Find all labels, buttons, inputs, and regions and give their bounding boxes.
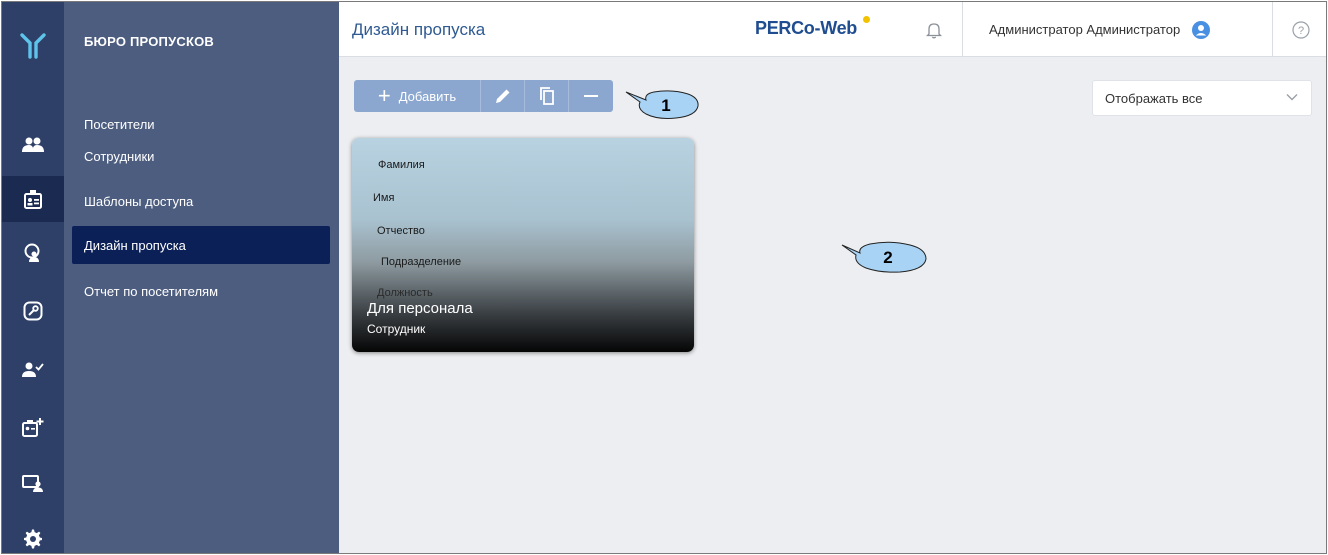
menu-item-visitor-report[interactable]: Отчет по посетителям xyxy=(72,272,330,310)
key-icon[interactable] xyxy=(2,288,64,334)
user-avatar-icon xyxy=(1192,20,1211,39)
callout-2: 2 xyxy=(840,239,930,275)
minus-icon xyxy=(584,95,598,97)
bell-icon[interactable] xyxy=(906,2,961,57)
menu-item-label: Сотрудники xyxy=(84,148,155,164)
card-field: Имя xyxy=(373,192,395,204)
add-button[interactable]: + Добавить xyxy=(354,80,481,112)
badge-add-icon[interactable] xyxy=(2,404,64,450)
card-subtitle: Сотрудник xyxy=(367,322,426,336)
delete-button[interactable] xyxy=(569,80,613,112)
menu-item-label: Отчет по посетителям xyxy=(84,283,219,299)
card-field: Подразделение xyxy=(381,256,462,268)
badge-icon[interactable] xyxy=(2,176,64,222)
menu-item-pass-design[interactable]: Дизайн пропуска xyxy=(72,226,330,264)
location-person-icon[interactable] xyxy=(2,230,64,276)
menu-item-label: Посетители xyxy=(84,116,155,132)
visitors-icon[interactable] xyxy=(2,122,64,168)
page-title: Дизайн пропуска xyxy=(352,20,486,39)
menu-item-label: Дизайн пропуска xyxy=(84,237,186,253)
callout-number: 1 xyxy=(661,96,671,115)
section-menu: БЮРО ПРОПУСКОВ Посетители Сотрудники Шаб… xyxy=(64,2,339,553)
user-menu[interactable]: Администратор Администратор xyxy=(962,2,1272,57)
top-header: Дизайн пропуска PERCo-Web Администратор … xyxy=(339,2,1326,57)
icon-rail xyxy=(2,2,64,553)
person-check-icon[interactable] xyxy=(2,346,64,392)
card-toolbar: + Добавить xyxy=(354,80,613,112)
card-field: Должность xyxy=(377,287,433,299)
brand-logo: PERCo-Web xyxy=(755,18,857,38)
chevron-down-icon xyxy=(1286,94,1298,101)
card-field: Отчество xyxy=(377,225,425,237)
monitor-user-icon[interactable] xyxy=(2,460,64,506)
section-title: БЮРО ПРОПУСКОВ xyxy=(84,34,214,49)
callout-1: 1 xyxy=(624,88,702,122)
card-field: Фамилия xyxy=(378,159,425,171)
gear-icon[interactable] xyxy=(2,516,64,553)
plus-icon: + xyxy=(377,83,391,108)
display-filter-select[interactable]: Отображать все xyxy=(1092,80,1312,116)
svg-text:?: ? xyxy=(1297,25,1303,37)
edit-button[interactable] xyxy=(481,80,525,112)
perco-logo-icon[interactable] xyxy=(2,2,64,86)
brand-dot xyxy=(863,16,870,23)
add-button-label: Добавить xyxy=(398,88,457,104)
copy-button[interactable] xyxy=(525,80,569,112)
help-icon[interactable]: ? xyxy=(1272,2,1326,57)
copy-icon xyxy=(539,87,554,105)
pencil-icon xyxy=(495,89,509,103)
menu-item-access-templates[interactable]: Шаблоны доступа xyxy=(72,182,330,220)
user-name: Администратор Администратор xyxy=(989,22,1181,37)
pass-design-card[interactable]: Фамилия Имя Отчество Подразделение Должн… xyxy=(352,138,694,352)
callout-number: 2 xyxy=(883,248,893,267)
menu-item-employees[interactable]: Сотрудники xyxy=(72,137,330,175)
app-window: БЮРО ПРОПУСКОВ Посетители Сотрудники Шаб… xyxy=(1,1,1327,554)
card-name: Для персонала xyxy=(367,300,473,317)
filter-selected-value: Отображать все xyxy=(1105,90,1203,106)
menu-item-label: Шаблоны доступа xyxy=(84,193,194,209)
